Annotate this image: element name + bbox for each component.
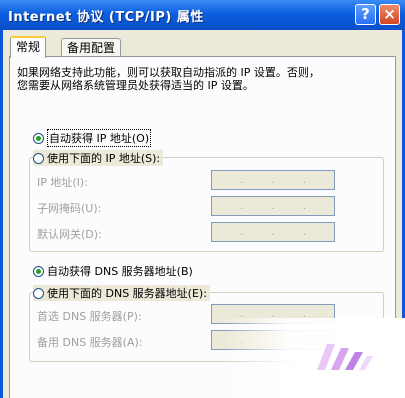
auto-ip-radio-row[interactable]: 自动获得 IP 地址(O)	[33, 129, 152, 147]
ip-address-field[interactable]: ...	[211, 170, 335, 190]
subnet-mask-label: 子网掩码(U):	[37, 202, 102, 215]
manual-dns-radio[interactable]	[33, 287, 44, 299]
help-button[interactable]: ?	[355, 4, 376, 25]
description-text: 如果网络支持此功能，则可以获取自动指派的 IP 设置。否则， 您需要从网络系统管…	[17, 66, 320, 92]
manual-dns-label[interactable]: 使用下面的 DNS 服务器地址(E):	[47, 285, 207, 301]
preferred-dns-label: 首选 DNS 服务器(P):	[37, 310, 142, 323]
subnet-mask-field[interactable]: ...	[211, 196, 335, 216]
manual-ip-radio-row[interactable]: 使用下面的 IP 地址(S):	[33, 150, 164, 166]
watermark-logo	[317, 344, 373, 370]
title-bar[interactable]: Internet 协议 (TCP/IP) 属性 ? ×	[0, 0, 405, 30]
auto-ip-label[interactable]: 自动获得 IP 地址(O)	[47, 129, 152, 147]
tab-general[interactable]: 常规	[10, 36, 47, 58]
tab-alternate-config[interactable]: 备用配置	[61, 38, 122, 57]
window-title: Internet 协议 (TCP/IP) 属性	[8, 10, 204, 25]
close-button[interactable]: ×	[379, 4, 400, 25]
default-gateway-field[interactable]: ...	[211, 222, 335, 242]
default-gateway-label: 默认网关(D):	[37, 228, 102, 241]
manual-ip-radio[interactable]	[33, 152, 44, 164]
ip-address-label: IP 地址(I):	[37, 176, 88, 189]
manual-dns-radio-row[interactable]: 使用下面的 DNS 服务器地址(E):	[33, 285, 210, 301]
auto-dns-label[interactable]: 自动获得 DNS 服务器地址(B)	[47, 263, 193, 279]
watermark-fade	[223, 318, 405, 398]
auto-ip-radio[interactable]	[33, 132, 44, 144]
auto-dns-radio-row[interactable]: 自动获得 DNS 服务器地址(B)	[33, 263, 193, 279]
properties-dialog: Internet 协议 (TCP/IP) 属性 ? × 常规 备用配置 如果网络…	[0, 0, 405, 398]
alternate-dns-label: 备用 DNS 服务器(A):	[37, 336, 143, 349]
manual-ip-label[interactable]: 使用下面的 IP 地址(S):	[47, 150, 160, 166]
auto-dns-radio[interactable]	[33, 265, 44, 277]
